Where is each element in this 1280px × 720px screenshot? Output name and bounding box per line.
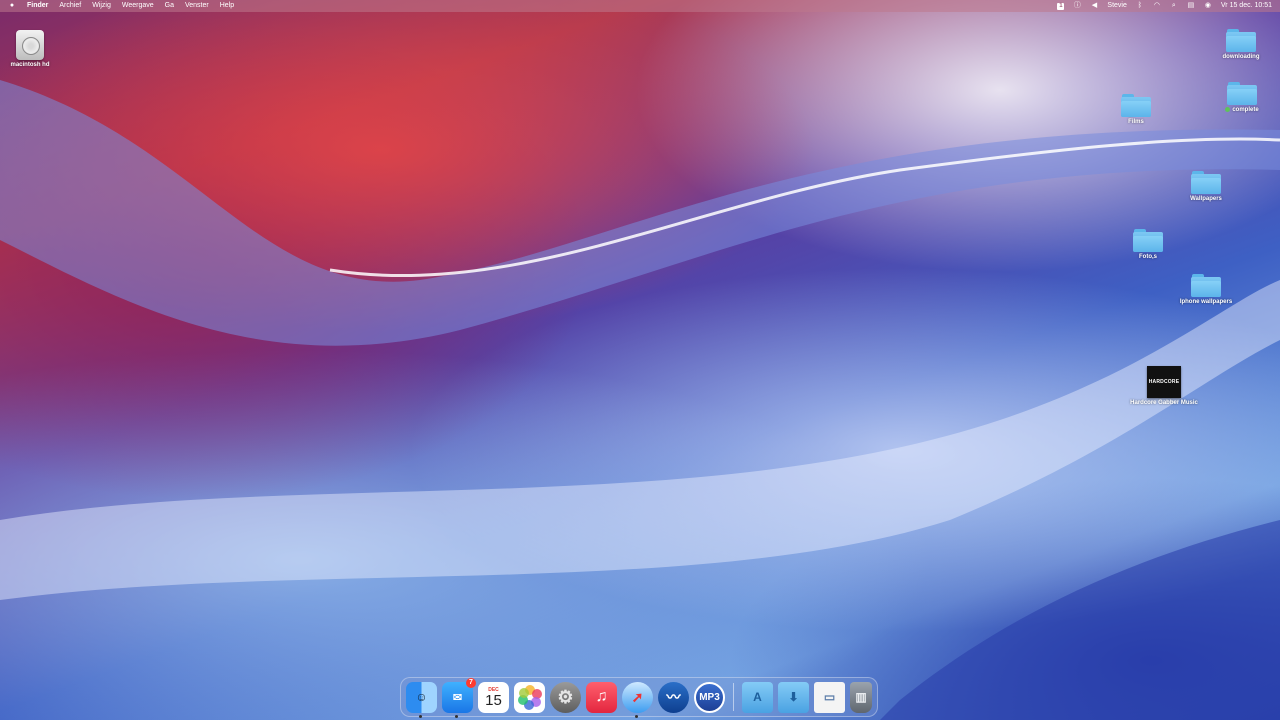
dock-music[interactable]: ♫ (586, 681, 617, 713)
menu-bar: ● Finder Archief Wijzig Weergave Ga Vens… (0, 0, 1280, 12)
folder-icon (1133, 228, 1163, 252)
menu-ga[interactable]: Ga (165, 0, 174, 12)
dock-trash[interactable]: ▥ (850, 681, 872, 713)
desktop-item-label: Foto,s (1139, 254, 1157, 260)
seagull-icon: 〰 (666, 689, 681, 705)
dock-openoffice[interactable]: 〰 (658, 681, 689, 713)
status-app-icon[interactable]: 1 (1057, 2, 1065, 10)
desktop-item-label: Hardcore Gabber Music (1130, 400, 1198, 406)
menu-wijzig[interactable]: Wijzig (92, 0, 111, 12)
compass-icon: ➚ (631, 688, 644, 705)
desktop-item-label: macintosh hd (10, 62, 50, 68)
calendar-day: 15 (485, 692, 502, 709)
music-note-icon: ♫ (595, 688, 608, 705)
dock-mp3-app[interactable]: MP3 (694, 681, 725, 713)
menu-help[interactable]: Help (220, 0, 234, 12)
menu-app-finder[interactable]: Finder (27, 0, 48, 12)
running-indicator (635, 714, 638, 718)
desktop-item-label: Films (1128, 119, 1144, 125)
wifi-icon[interactable]: ◠ (1153, 2, 1161, 10)
folder-icon (1226, 28, 1256, 52)
green-tag-icon (1225, 107, 1231, 112)
document-icon: ▭ (823, 690, 836, 704)
folder-icon (1121, 93, 1151, 117)
hard-drive-icon (16, 30, 44, 60)
dock-downloads-folder[interactable]: ⬇ (778, 681, 809, 713)
desktop-folder-films[interactable]: Films (1101, 93, 1171, 126)
desktop-folder-complete[interactable]: complete (1207, 81, 1277, 114)
dock-system-settings[interactable]: ⚙ (550, 681, 581, 713)
info-icon[interactable]: ⓘ (1073, 2, 1081, 10)
dock-mail[interactable]: ✉ 7 (442, 677, 476, 718)
search-icon[interactable]: ⌕ (1170, 2, 1178, 10)
desktop-folder-wallpapers[interactable]: Wallpapers (1171, 170, 1241, 203)
wallpaper (0, 80, 1280, 720)
folder-icon (1227, 81, 1257, 105)
desktop-item-label: Iphone wallpapers (1179, 299, 1233, 305)
user-name[interactable]: Stevie (1107, 0, 1126, 12)
photos-icon (517, 685, 542, 710)
finder-icon: ☺ (415, 690, 428, 704)
menu-weergave[interactable]: Weergave (122, 0, 154, 12)
clock[interactable]: Vr 15 dec. 10:51 (1221, 0, 1272, 12)
dock-safari[interactable]: ➚ (622, 681, 653, 718)
desktop-item-hardcore-gabber-music[interactable]: HARDCORE Hardcore Gabber Music (1129, 366, 1199, 407)
desktop-item-label: downloading (1222, 54, 1260, 60)
volume-icon[interactable]: ◀ (1090, 2, 1098, 10)
desktop-item-macintosh-hd[interactable]: macintosh hd (0, 30, 65, 69)
mail-badge: 7 (466, 677, 476, 688)
desktop-folder-iphone-wallpapers[interactable]: Iphone wallpapers (1171, 273, 1241, 306)
dock: ☺ ✉ 7 DEC 15 ⚙ ♫ ➚ 〰 MP3 A ⬇ ▭ ▥ (400, 677, 878, 718)
folder-icon (1191, 170, 1221, 194)
apple-icon[interactable]: ● (8, 2, 16, 10)
siri-icon[interactable]: ◉ (1204, 2, 1212, 10)
desktop-item-label: complete (1225, 107, 1259, 114)
desktop-folder-fotos[interactable]: Foto,s (1113, 228, 1183, 261)
desktop-item-label: Wallpapers (1190, 196, 1222, 202)
running-indicator (455, 714, 458, 718)
dock-calendar[interactable]: DEC 15 (478, 681, 509, 713)
control-center-icon[interactable]: ▤ (1187, 2, 1195, 10)
bluetooth-icon[interactable]: ᛒ (1136, 2, 1144, 10)
menu-archief[interactable]: Archief (59, 0, 81, 12)
running-indicator (419, 714, 422, 718)
folder-icon (1191, 273, 1221, 297)
dock-applications-folder[interactable]: A (742, 681, 773, 713)
dock-separator (733, 683, 734, 711)
gear-icon: ⚙ (557, 686, 574, 707)
trash-icon: ▥ (855, 690, 867, 704)
mail-icon: ✉ (452, 691, 463, 704)
download-icon: ⬇ (788, 690, 799, 704)
dock-finder[interactable]: ☺ (406, 681, 437, 718)
applications-icon: A (753, 690, 762, 704)
menu-venster[interactable]: Venster (185, 0, 209, 12)
desktop-folder-downloading[interactable]: downloading (1206, 28, 1276, 61)
dock-documents-stack[interactable]: ▭ (814, 681, 845, 713)
dock-photos[interactable] (514, 681, 545, 713)
album-art-icon: HARDCORE (1147, 366, 1181, 398)
